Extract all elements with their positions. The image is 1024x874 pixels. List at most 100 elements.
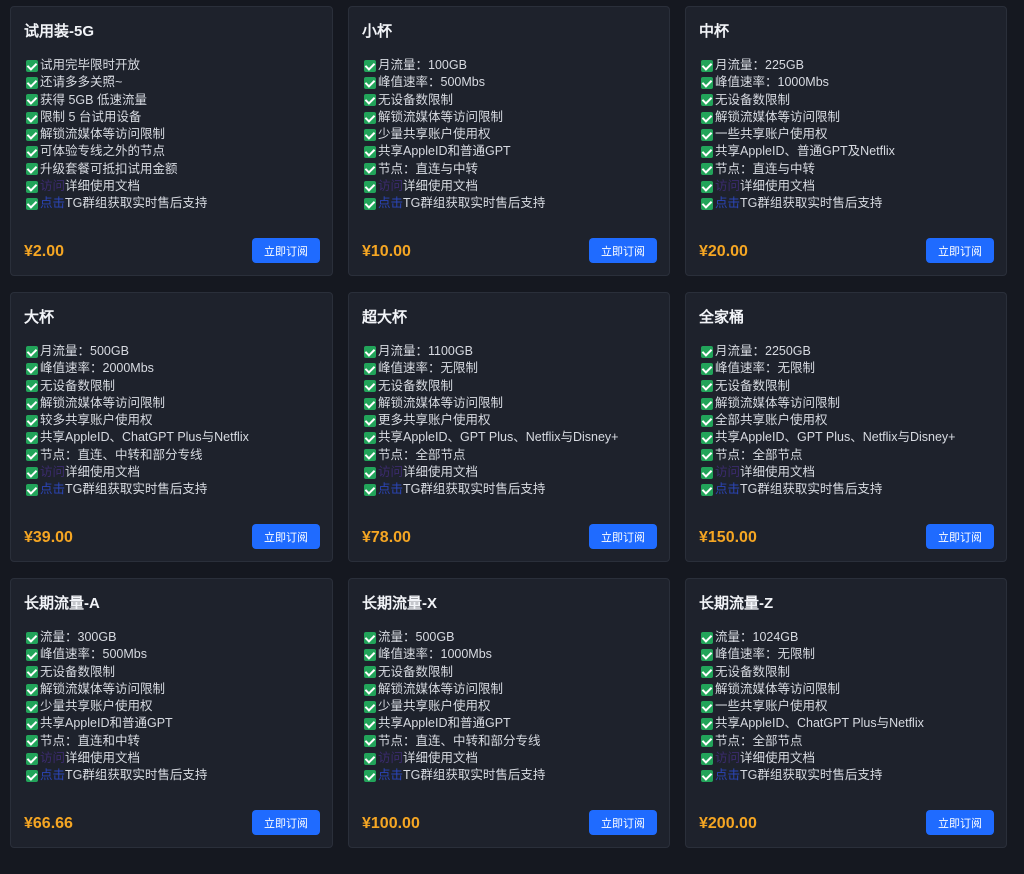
tg-group-link[interactable]: 点击 bbox=[40, 481, 65, 498]
feature-item: 较多共享账户使用权 bbox=[26, 412, 249, 429]
feature-text: 流量：500GB bbox=[378, 630, 455, 644]
feature-item-docs: 访问 详细使用文档 bbox=[26, 750, 207, 767]
feature-item: 解锁流媒体等访问限制 bbox=[364, 395, 618, 412]
tg-group-link[interactable]: 点击 bbox=[378, 481, 403, 498]
feature-item: 月流量：1100GB bbox=[364, 343, 618, 360]
feature-item-docs: 访问 详细使用文档 bbox=[364, 178, 545, 195]
docs-link[interactable]: 访问 bbox=[40, 464, 65, 481]
subscribe-button[interactable]: 立即订阅 bbox=[252, 810, 320, 835]
feature-item-docs: 访问 详细使用文档 bbox=[26, 178, 207, 195]
feature-text: 节点：直连与中转 bbox=[378, 161, 479, 176]
check-icon bbox=[26, 631, 38, 644]
feature-text: 峰值速率：无限制 bbox=[715, 361, 816, 376]
tg-text: TG群组获取实时售后支持 bbox=[403, 196, 546, 211]
feature-item: 解锁流媒体等访问限制 bbox=[26, 126, 207, 143]
feature-list: 流量：300GB 峰值速率：500Mbs 无设备数限制 解锁流媒体等访问限制 少量共享账… bbox=[26, 629, 207, 785]
subscribe-button[interactable]: 立即订阅 bbox=[926, 238, 994, 263]
check-icon bbox=[364, 631, 376, 644]
docs-link[interactable]: 访问 bbox=[40, 750, 65, 767]
feature-text: 更多共享账户使用权 bbox=[378, 413, 491, 428]
feature-item: 峰值速率：500Mbs bbox=[364, 74, 545, 91]
feature-item: 无设备数限制 bbox=[701, 378, 955, 395]
plan-title: 试用装-5G bbox=[24, 23, 95, 40]
feature-item: 峰值速率：无限制 bbox=[364, 360, 618, 377]
docs-link[interactable]: 访问 bbox=[40, 178, 65, 195]
check-icon bbox=[26, 683, 38, 696]
feature-item: 更多共享账户使用权 bbox=[364, 412, 618, 429]
docs-link[interactable]: 访问 bbox=[378, 178, 403, 195]
plan-title: 全家桶 bbox=[699, 309, 745, 326]
check-icon bbox=[701, 752, 713, 765]
feature-item: 共享AppleID、GPT Plus、Netflix与Disney+ bbox=[701, 429, 955, 446]
check-icon bbox=[26, 380, 38, 393]
docs-link[interactable]: 访问 bbox=[378, 464, 403, 481]
feature-item: 限制 5 台试用设备 bbox=[26, 109, 207, 126]
feature-item: 共享AppleID和普通GPT bbox=[364, 715, 545, 732]
plan-title: 超大杯 bbox=[362, 309, 408, 326]
feature-text: 节点：直连、中转和部分专线 bbox=[378, 733, 541, 748]
check-icon bbox=[701, 735, 713, 748]
feature-item: 共享AppleID和普通GPT bbox=[364, 143, 545, 160]
check-icon bbox=[26, 718, 38, 731]
tg-group-link[interactable]: 点击 bbox=[715, 481, 740, 498]
check-icon bbox=[701, 397, 713, 410]
check-icon bbox=[26, 735, 38, 748]
check-icon bbox=[364, 752, 376, 765]
subscribe-button[interactable]: 立即订阅 bbox=[589, 524, 657, 549]
docs-link[interactable]: 访问 bbox=[715, 750, 740, 767]
check-icon bbox=[701, 111, 713, 124]
feature-item: 少量共享账户使用权 bbox=[364, 126, 545, 143]
subscribe-button[interactable]: 立即订阅 bbox=[589, 810, 657, 835]
tg-group-link[interactable]: 点击 bbox=[40, 195, 65, 212]
feature-item: 月流量：100GB bbox=[364, 57, 545, 74]
feature-text: 共享AppleID、普通GPT及Netflix bbox=[715, 144, 895, 159]
check-icon bbox=[26, 414, 38, 427]
check-icon bbox=[701, 345, 713, 358]
check-icon bbox=[701, 683, 713, 696]
plan-card: 长期流量-X 流量：500GB 峰值速率：1000Mbs 无设备数限制 解锁流媒体等访问… bbox=[348, 578, 670, 848]
feature-item-docs: 访问 详细使用文档 bbox=[26, 464, 249, 481]
feature-text: 无设备数限制 bbox=[715, 664, 791, 679]
subscribe-button[interactable]: 立即订阅 bbox=[926, 524, 994, 549]
check-icon bbox=[701, 432, 713, 445]
tg-group-link[interactable]: 点击 bbox=[715, 195, 740, 212]
feature-text: 无设备数限制 bbox=[378, 664, 454, 679]
subscribe-button[interactable]: 立即订阅 bbox=[252, 524, 320, 549]
plan-grid: 试用装-5G 试用完毕限时开放 还请多多关照~ 获得 5GB 低速流量 限制 5 台试用… bbox=[10, 6, 1008, 848]
feature-item-docs: 访问 详细使用文档 bbox=[701, 178, 895, 195]
feature-text: 峰值速率：500Mbs bbox=[378, 75, 485, 90]
subscribe-button[interactable]: 立即订阅 bbox=[589, 238, 657, 263]
plan-card: 小杯 月流量：100GB 峰值速率：500Mbs 无设备数限制 解锁流媒体等访问限制 少量… bbox=[348, 6, 670, 276]
subscribe-button[interactable]: 立即订阅 bbox=[252, 238, 320, 263]
feature-text: 解锁流媒体等访问限制 bbox=[715, 395, 841, 410]
feature-item: 解锁流媒体等访问限制 bbox=[364, 109, 545, 126]
check-icon bbox=[364, 94, 376, 107]
tg-group-link[interactable]: 点击 bbox=[715, 767, 740, 784]
check-icon bbox=[26, 180, 38, 193]
feature-item: 月流量：500GB bbox=[26, 343, 249, 360]
docs-link[interactable]: 访问 bbox=[378, 750, 403, 767]
feature-item-tg: 点击 TG群组获取实时售后支持 bbox=[364, 767, 545, 784]
feature-item: 节点：直连、中转和部分专线 bbox=[364, 733, 545, 750]
tg-group-link[interactable]: 点击 bbox=[40, 767, 65, 784]
feature-item-tg: 点击 TG群组获取实时售后支持 bbox=[701, 481, 955, 498]
feature-item: 还请多多关照~ bbox=[26, 74, 207, 91]
feature-text: 月流量：225GB bbox=[715, 58, 804, 72]
plan-title: 大杯 bbox=[24, 309, 55, 326]
tg-group-link[interactable]: 点击 bbox=[378, 767, 403, 784]
docs-link[interactable]: 访问 bbox=[715, 464, 740, 481]
feature-text: 解锁流媒体等访问限制 bbox=[40, 395, 166, 410]
feature-item: 无设备数限制 bbox=[364, 664, 545, 681]
feature-text: 共享AppleID、GPT Plus、Netflix与Disney+ bbox=[378, 430, 619, 445]
check-icon bbox=[26, 666, 38, 679]
feature-item: 全部共享账户使用权 bbox=[701, 412, 955, 429]
plan-price: ¥20.00 bbox=[699, 243, 748, 260]
docs-link[interactable]: 访问 bbox=[715, 178, 740, 195]
subscribe-button[interactable]: 立即订阅 bbox=[926, 810, 994, 835]
feature-text: 月流量：100GB bbox=[378, 58, 467, 72]
feature-text: 峰值速率：无限制 bbox=[378, 361, 479, 376]
check-icon bbox=[364, 76, 376, 89]
tg-group-link[interactable]: 点击 bbox=[378, 195, 403, 212]
feature-item-tg: 点击 TG群组获取实时售后支持 bbox=[26, 767, 207, 784]
docs-text: 详细使用文档 bbox=[403, 751, 479, 766]
